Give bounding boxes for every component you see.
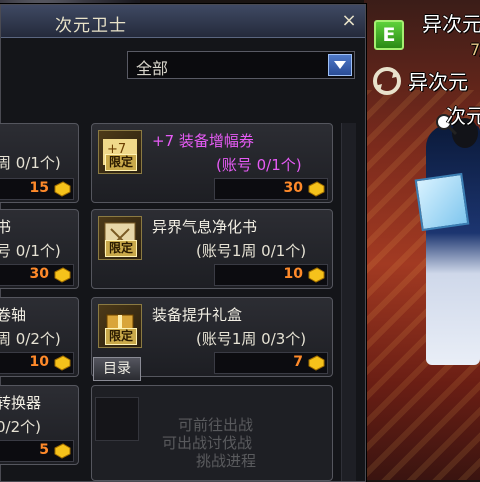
- character-book: [414, 172, 470, 232]
- item-price: 10: [283, 266, 303, 282]
- item-limit: 0/2个): [0, 418, 41, 436]
- close-button[interactable]: ×: [339, 11, 359, 31]
- item-name: +7 装备增幅券: [152, 132, 254, 150]
- shop-item-card[interactable]: 转换器 0/2个) 5: [0, 385, 79, 465]
- item-limit: (账号1周 0/1个): [196, 242, 307, 260]
- limited-tag: 限定: [105, 154, 137, 171]
- item-limit: (账号 0/1个): [216, 156, 302, 174]
- gold-coin-icon: [54, 355, 71, 371]
- item-name: 异界气息净化书: [152, 218, 258, 236]
- item-limit: 周 0/1个): [0, 154, 61, 172]
- gold-coin-icon: [308, 181, 325, 197]
- dimension-guard-window: 次元卫士 × 全部 周 0/1个) 15 +7 限定 +7 装备增幅券 (账号 …: [0, 4, 366, 482]
- price-box: 30: [0, 264, 74, 286]
- item-name: 卷轴: [0, 306, 27, 324]
- gold-coin-icon: [308, 355, 325, 371]
- price-box: 7: [214, 352, 328, 374]
- item-limit: (账号1周 0/3个): [196, 330, 307, 348]
- item-name: 书: [0, 218, 12, 236]
- price-box: 10: [214, 264, 328, 286]
- price-box: 5: [0, 440, 74, 462]
- shop-item-card[interactable]: 周 0/1个) 15: [0, 123, 79, 203]
- filter-dropdown-value: 全部: [136, 59, 169, 78]
- shop-item-card[interactable]: +7 限定 +7 装备增幅券 (账号 0/1个) 30: [91, 123, 333, 203]
- window-titlebar[interactable]: 次元卫士 ×: [1, 5, 365, 38]
- empty-item-slot: [95, 397, 139, 441]
- limited-tag: 限定: [105, 328, 137, 345]
- chevron-down-icon[interactable]: [328, 54, 352, 76]
- enhancement-ticket-icon: +7 限定: [98, 130, 142, 174]
- character-figure: [426, 125, 480, 365]
- item-price: 5: [39, 442, 49, 458]
- window-title: 次元卫士: [55, 16, 127, 36]
- gift-box-icon: 限定: [98, 304, 142, 348]
- shop-item-card[interactable]: 卷轴 周 0/2个) 10: [0, 297, 79, 377]
- shop-item-card[interactable]: 书 号 0/1个) 30: [0, 209, 79, 289]
- scrollbar[interactable]: [341, 123, 356, 481]
- item-price: 15: [29, 180, 49, 196]
- shop-item-card[interactable]: 限定 异界气息净化书 (账号1周 0/1个) 10: [91, 209, 333, 289]
- item-name: 转换器: [0, 394, 42, 412]
- quest-title-line3: 次元: [446, 104, 480, 128]
- quest-title-line1[interactable]: 异次元: [422, 8, 480, 37]
- limited-tag: 限定: [105, 240, 137, 257]
- price-box: 15: [0, 178, 74, 200]
- item-price: 30: [29, 266, 49, 282]
- locked-hint-line3: 挑战进程: [196, 452, 257, 470]
- item-price: 30: [283, 180, 303, 196]
- gold-coin-icon: [308, 267, 325, 283]
- price-box: 10: [0, 352, 74, 374]
- refresh-icon[interactable]: [372, 66, 402, 96]
- item-price: 7: [293, 354, 303, 370]
- filter-dropdown[interactable]: 全部: [127, 51, 355, 79]
- price-box: 30: [214, 178, 328, 200]
- gold-coin-icon: [54, 443, 71, 459]
- purification-book-icon: 限定: [98, 216, 142, 260]
- item-limit: 周 0/2个): [0, 330, 61, 348]
- item-name: 装备提升礼盒: [152, 306, 243, 324]
- catalog-button[interactable]: 目录: [93, 357, 141, 381]
- gold-coin-icon: [54, 181, 71, 197]
- item-limit: 号 0/1个): [0, 242, 61, 260]
- gold-coin-icon: [54, 267, 71, 283]
- quest-title-line2[interactable]: 异次元: [408, 66, 468, 95]
- quest-e-badge[interactable]: E: [374, 20, 404, 50]
- quest-progress: 7/: [470, 40, 480, 59]
- item-price: 10: [29, 354, 49, 370]
